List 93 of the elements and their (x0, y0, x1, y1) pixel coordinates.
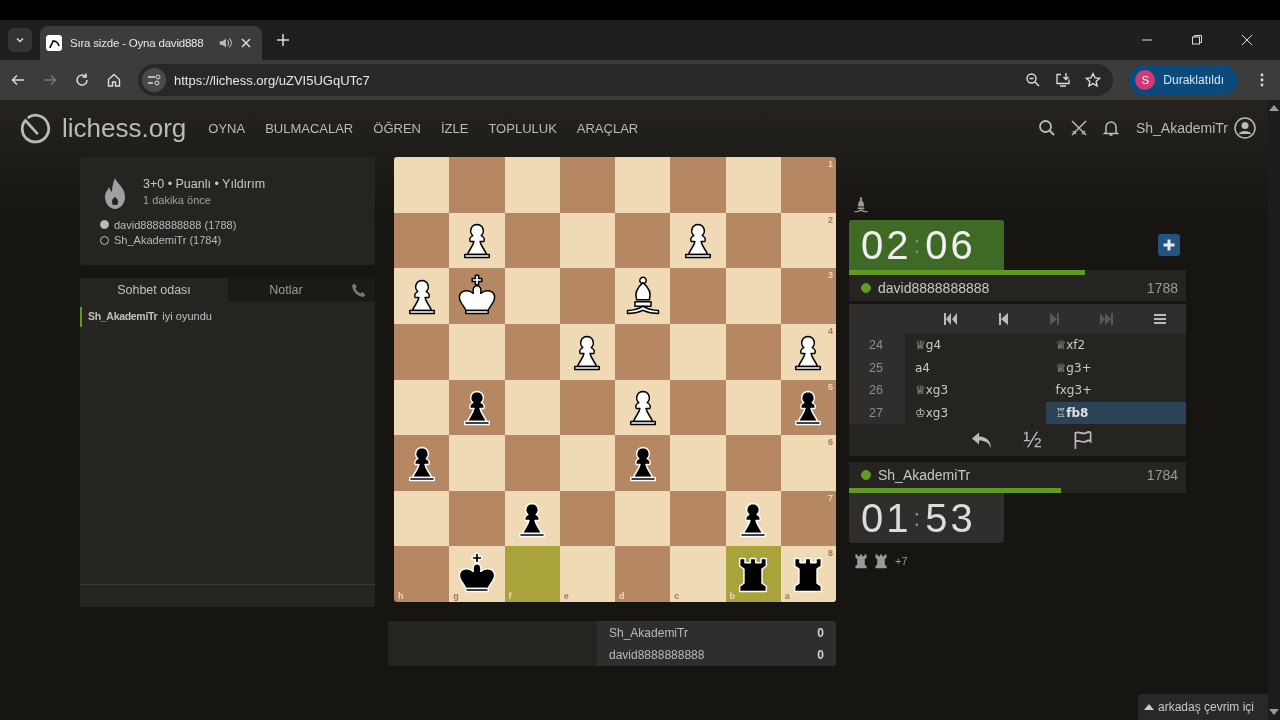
nav-link[interactable]: İZLE (440, 120, 469, 136)
triangle-up-icon[interactable] (1143, 703, 1154, 711)
scroll-up-icon[interactable] (1269, 104, 1279, 112)
nav-link[interactable]: BULMACALAR (265, 120, 354, 136)
rank-label: 4 (828, 325, 833, 336)
phone-icon[interactable] (351, 282, 367, 298)
clock-minutes: 02 (861, 222, 912, 268)
chat-username[interactable]: Sh_AkademiTr (88, 310, 158, 324)
move[interactable]: fxg3+ (1045, 379, 1186, 402)
move-number: 24 (849, 334, 905, 357)
chevron-down-icon[interactable] (15, 35, 25, 45)
takeback-icon[interactable] (971, 430, 994, 450)
install-app-icon[interactable] (1055, 72, 1072, 88)
friends-online-button[interactable]: arkadaş çevrim içi (1137, 694, 1268, 720)
nav-link[interactable]: TOPLULUK (488, 120, 557, 136)
search-icon[interactable] (1037, 119, 1056, 137)
player-name: david8888888888 (609, 647, 705, 662)
logo-icon[interactable] (18, 111, 52, 145)
clock-minutes: 01 (861, 495, 912, 541)
chat-tab[interactable]: Notlar (228, 278, 344, 302)
notification-bell-icon[interactable] (1101, 119, 1120, 137)
file-label: g (453, 591, 459, 601)
rank-label: 1 (828, 159, 833, 169)
move[interactable]: ♕g4 (905, 334, 1046, 357)
browser-tab[interactable]: Sıra sizde - Oyna david888 (40, 26, 262, 60)
address-bar[interactable]: https://lichess.org/uZVI5UGqUTc7 (138, 64, 1114, 96)
rank-label: 5 (828, 381, 833, 392)
file-label: f (508, 591, 512, 601)
file-label: a (784, 591, 790, 601)
rank-label: 7 (828, 492, 833, 503)
nav-link[interactable]: ARAÇLAR (576, 120, 639, 136)
file-label: d (619, 591, 625, 601)
site-logo[interactable]: lichess.org (62, 112, 187, 144)
rank-label: 8 (828, 548, 833, 559)
move[interactable]: ♕xf2 (1045, 334, 1186, 357)
first-move-icon[interactable] (942, 311, 959, 327)
file-label: h (398, 591, 404, 601)
new-tab-icon[interactable] (276, 33, 290, 47)
tab-title: Sıra sizde - Oyna david888 (70, 37, 205, 49)
crossed-swords-icon[interactable] (1069, 119, 1088, 137)
move-number: 25 (849, 356, 905, 379)
clock-seconds: 53 (925, 495, 976, 541)
user-menu[interactable]: Sh_AkademiTr (1135, 120, 1228, 136)
zoom-out-icon[interactable] (1025, 72, 1042, 88)
file-label: c (674, 591, 680, 601)
rank-label: 6 (828, 437, 833, 448)
game-time: 1 dakika önce (143, 194, 212, 206)
file-label: b (729, 591, 735, 601)
bookmark-star-icon[interactable] (1085, 72, 1102, 88)
player-link[interactable]: david8888888888 (1788) (114, 218, 237, 231)
tab-search-button[interactable] (8, 28, 32, 52)
profile-button[interactable]: S Duraklatıldı (1129, 65, 1238, 95)
file-label: e (563, 591, 569, 601)
rank-label: 2 (828, 214, 833, 225)
back-arrow-icon[interactable] (10, 72, 26, 88)
chat-tab[interactable]: Sohbet odası (80, 278, 228, 302)
rank-label: 3 (828, 270, 833, 281)
close-icon[interactable] (240, 37, 252, 49)
nav-link[interactable]: OYNA (208, 120, 246, 136)
player-name: Sh_AkademiTr (609, 625, 688, 640)
speaker-icon[interactable] (218, 36, 232, 50)
move-number: 27 (849, 401, 905, 424)
scrollbar[interactable] (1268, 100, 1280, 720)
move[interactable]: ♕g3+ (1045, 356, 1186, 379)
reload-icon[interactable] (74, 72, 90, 88)
site-favicon-icon (46, 35, 62, 51)
player-rating: 1784 (1146, 467, 1178, 483)
nav-link[interactable]: ÖĞREN (373, 120, 421, 136)
restore-icon[interactable] (1191, 34, 1203, 46)
site-settings-icon[interactable] (142, 68, 166, 92)
game-type: 3+0 • Puanlı • Yıldırım (143, 177, 266, 191)
offer-draw-button[interactable]: ½ (1023, 427, 1042, 453)
move[interactable]: a4 (905, 356, 1046, 379)
material-advantage: +7 (895, 555, 908, 567)
score: 0 (817, 625, 824, 640)
move[interactable]: ♕xg3 (905, 379, 1046, 402)
move-number: 26 (849, 379, 905, 402)
menu-icon[interactable] (1151, 311, 1168, 327)
clock-separator: : (913, 231, 924, 259)
chat-message: iyi oyundu (162, 310, 212, 324)
player-link[interactable]: Sh_AkademiTr (1784) (114, 234, 222, 247)
user-avatar-icon[interactable] (1234, 117, 1256, 139)
home-icon[interactable] (106, 72, 122, 88)
move[interactable]: ♖fb8 (1045, 401, 1186, 424)
score: 0 (817, 647, 824, 662)
clock-seconds: 06 (925, 222, 976, 268)
player-rating: 1788 (1146, 280, 1178, 296)
close-icon[interactable] (1241, 34, 1253, 46)
scroll-down-icon[interactable] (1269, 708, 1279, 716)
player-name[interactable]: david8888888888 (878, 280, 990, 296)
move[interactable]: ♔xg3 (905, 401, 1046, 424)
clock-separator: : (913, 504, 924, 532)
player-name[interactable]: Sh_AkademiTr (878, 467, 971, 483)
